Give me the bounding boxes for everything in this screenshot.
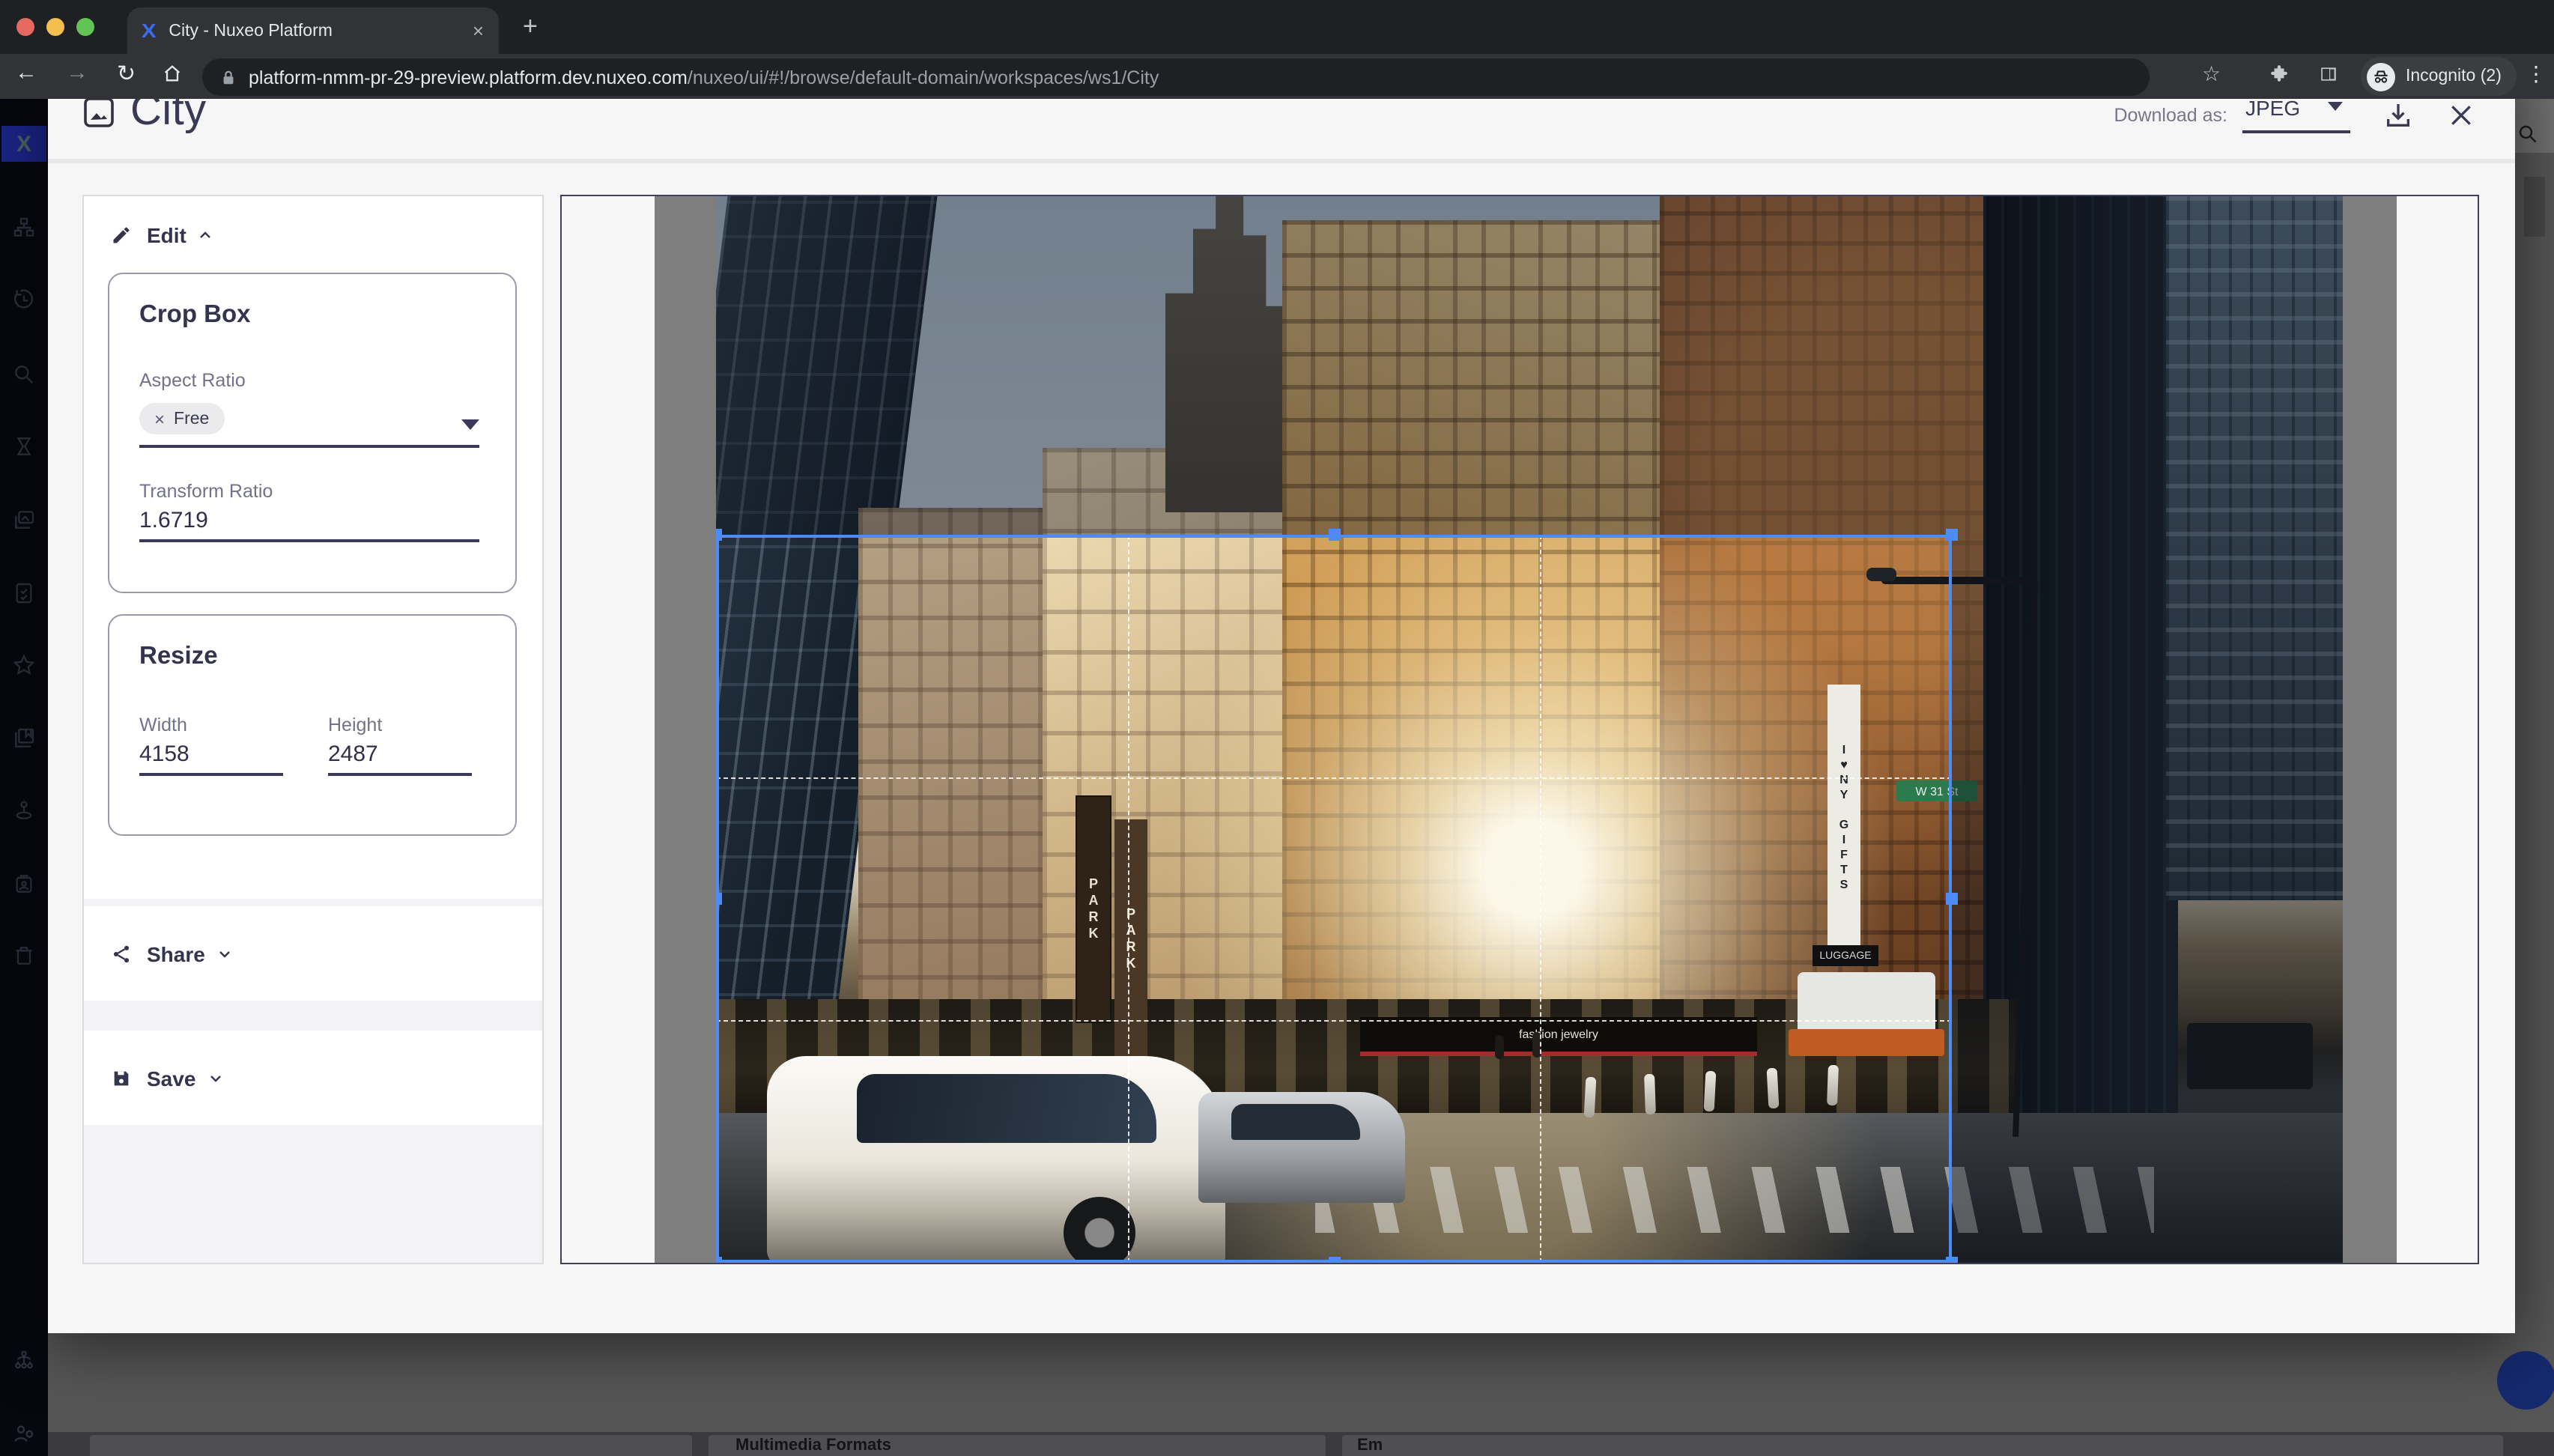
new-tab-button[interactable]: + xyxy=(523,12,538,42)
edit-section-header[interactable]: Edit xyxy=(84,196,542,274)
history-icon[interactable] xyxy=(12,288,36,312)
crop-mask-right xyxy=(1952,535,2343,1264)
crop-handle-nw[interactable] xyxy=(716,529,722,541)
checklist-icon[interactable] xyxy=(12,581,36,605)
image-preview-area: fashion jewelry PARK PARK I♥NY GIFTS LUG… xyxy=(560,195,2479,1264)
crop-mask-top xyxy=(716,196,2343,535)
width-input[interactable] xyxy=(139,741,283,776)
reload-button[interactable]: ↻ xyxy=(117,60,136,87)
browse-icon[interactable] xyxy=(12,216,36,240)
share-section-header[interactable]: Share xyxy=(84,906,542,1001)
background-card: Em xyxy=(1342,1435,2503,1456)
background-bottom-strip: Multimedia Formats Em xyxy=(48,1432,2554,1456)
download-as-label: Download as: xyxy=(2114,104,2228,125)
side-panel-icon[interactable] xyxy=(2319,64,2338,90)
url-domain: platform-nmm-pr-29-preview.platform.dev.… xyxy=(249,67,688,88)
browser-tab[interactable]: X City - Nuxeo Platform × xyxy=(127,7,499,54)
chevron-up-icon xyxy=(197,226,215,244)
url-path: /nuxeo/ui/#!/browse/default-domain/works… xyxy=(688,67,1159,88)
forward-button[interactable]: → xyxy=(66,60,88,85)
scrollbar-thumb[interactable] xyxy=(2524,177,2545,237)
resize-card: Resize Width Height xyxy=(108,614,517,836)
screen: X City xyxy=(0,0,2554,1456)
admin-person-gear-icon[interactable] xyxy=(12,1422,36,1446)
extensions-puzzle-icon[interactable] xyxy=(2269,64,2289,90)
app-sidebar: X xyxy=(0,99,48,1456)
edit-section: Edit Crop Box Aspect Ratio × Free Transf… xyxy=(84,196,542,899)
chevron-down-icon xyxy=(216,944,234,962)
height-input[interactable] xyxy=(328,741,472,776)
tab-title: City - Nuxeo Platform xyxy=(169,22,472,40)
incognito-icon xyxy=(2367,62,2395,91)
crop-handle-sw[interactable] xyxy=(716,1257,722,1264)
window-close-button[interactable] xyxy=(16,18,34,36)
format-select[interactable]: JPEG xyxy=(2242,96,2350,133)
badge-icon[interactable] xyxy=(12,872,36,896)
crop-selection[interactable] xyxy=(716,535,1952,1263)
assets-icon[interactable] xyxy=(12,508,36,532)
nuxeo-favicon: X xyxy=(142,19,157,42)
incognito-label: Incognito (2) xyxy=(2406,67,2502,85)
browser-menu-icon[interactable]: ⋮ xyxy=(2526,61,2547,87)
back-button[interactable]: ← xyxy=(15,60,37,85)
crop-handle-e[interactable] xyxy=(1946,893,1958,905)
home-button[interactable] xyxy=(162,63,183,90)
collections-icon[interactable] xyxy=(12,727,36,750)
save-section: Save xyxy=(84,1031,542,1125)
share-section: Share xyxy=(84,906,542,1001)
lock-icon xyxy=(220,68,237,86)
chevron-down-icon xyxy=(206,1069,224,1087)
crop-handle-se[interactable] xyxy=(1946,1257,1958,1264)
bookmark-star-icon[interactable]: ☆ xyxy=(2202,61,2221,87)
aspect-ratio-chip[interactable]: × Free xyxy=(139,403,224,434)
chip-remove-icon[interactable]: × xyxy=(154,408,165,429)
aspect-field-underline xyxy=(139,445,479,448)
address-bar[interactable]: platform-nmm-pr-29-preview.platform.dev.… xyxy=(202,58,2150,96)
floating-action-button xyxy=(2497,1351,2554,1410)
chevron-down-icon xyxy=(2327,102,2342,111)
crop-handle-w[interactable] xyxy=(716,893,722,905)
save-floppy-icon xyxy=(111,1067,132,1088)
cropper-canvas: fashion jewelry PARK PARK I♥NY GIFTS LUG… xyxy=(655,196,2397,1264)
workflow-person-icon[interactable] xyxy=(12,798,36,822)
crop-mask-bottom xyxy=(716,1263,1952,1264)
crop-box-card: Crop Box Aspect Ratio × Free Transform R… xyxy=(108,273,517,593)
chevron-down-icon[interactable] xyxy=(461,419,479,430)
crop-box-title: Crop Box xyxy=(139,301,251,330)
crop-handle-ne[interactable] xyxy=(1946,529,1958,541)
image-icon xyxy=(81,94,117,130)
user-hierarchy-icon[interactable] xyxy=(12,1350,36,1374)
browser-tab-strip: X City - Nuxeo Platform × + xyxy=(0,0,2554,54)
window-zoom-button[interactable] xyxy=(76,18,94,36)
resize-title: Resize xyxy=(139,643,218,671)
pencil-icon xyxy=(111,225,132,246)
search-icon xyxy=(2517,123,2541,147)
transform-ratio-label: Transform Ratio xyxy=(139,481,273,502)
image-editor-dialog: City Download as: JPEG xyxy=(48,54,2515,1333)
edit-panel: Edit Crop Box Aspect Ratio × Free Transf… xyxy=(82,195,544,1264)
background-right-column xyxy=(2515,153,2554,1432)
width-label: Width xyxy=(139,715,187,735)
share-icon xyxy=(111,943,132,964)
city-photo[interactable]: fashion jewelry PARK PARK I♥NY GIFTS LUG… xyxy=(716,196,2343,1264)
favorites-star-icon[interactable] xyxy=(12,653,36,677)
close-button[interactable] xyxy=(2446,100,2476,130)
download-button[interactable] xyxy=(2383,100,2413,130)
trash-icon[interactable] xyxy=(12,944,36,968)
height-label: Height xyxy=(328,715,382,735)
aspect-ratio-label: Aspect Ratio xyxy=(139,370,246,391)
transform-ratio-input[interactable] xyxy=(139,508,479,542)
window-minimize-button[interactable] xyxy=(46,18,64,36)
search-icon[interactable] xyxy=(12,363,36,386)
save-section-header[interactable]: Save xyxy=(84,1031,542,1125)
browser-toolbar: ← → ↻ platform-nmm-pr-29-preview.platfor… xyxy=(0,54,2554,99)
crop-handle-s[interactable] xyxy=(1329,1257,1341,1264)
crop-handle-n[interactable] xyxy=(1329,529,1341,541)
incognito-badge[interactable]: Incognito (2) xyxy=(2361,57,2517,96)
tasks-hourglass-icon[interactable] xyxy=(12,434,36,458)
background-card: Multimedia Formats xyxy=(709,1435,1326,1456)
tab-close-icon[interactable]: × xyxy=(473,21,484,40)
background-card xyxy=(90,1435,692,1456)
nuxeo-logo[interactable]: X xyxy=(1,126,46,162)
